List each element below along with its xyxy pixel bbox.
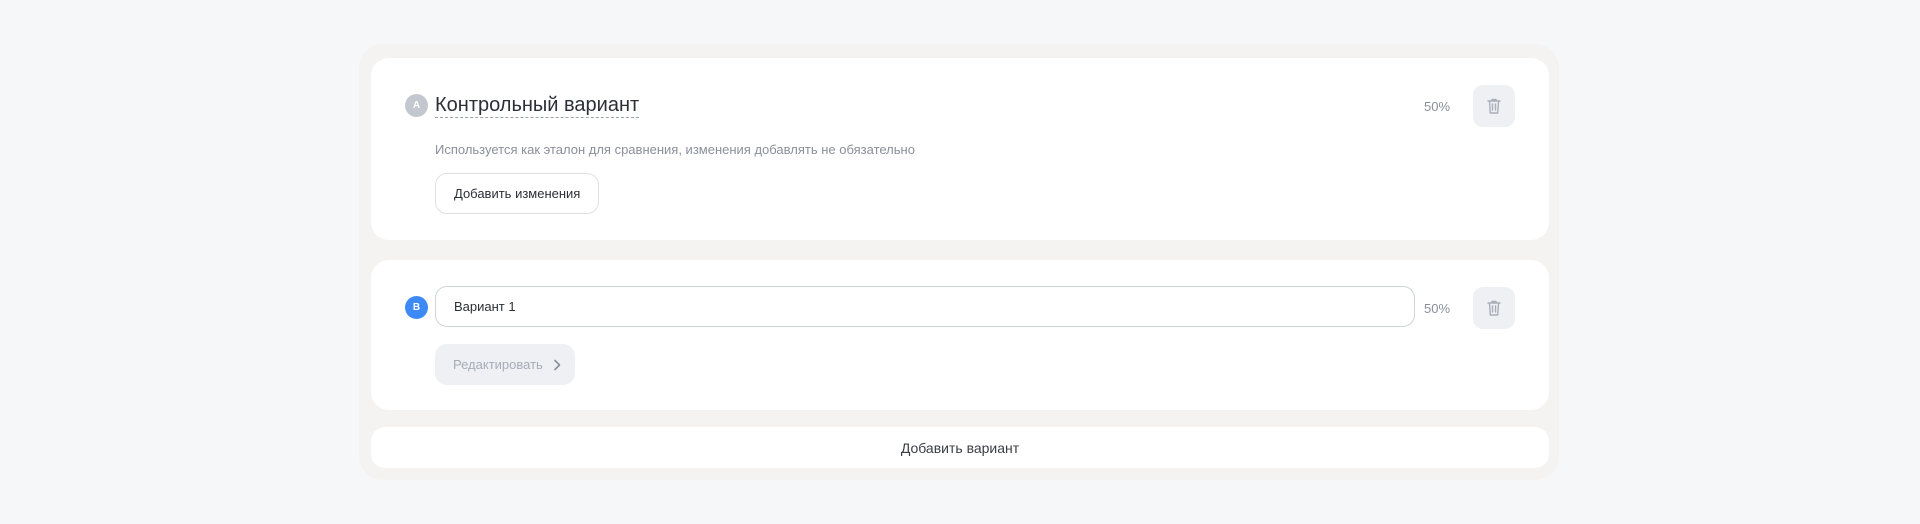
delete-variant-b-button[interactable] [1473,287,1515,329]
variant-card-a: A Контрольный вариант Используется как э… [371,58,1549,240]
add-changes-button[interactable]: Добавить изменения [435,173,600,214]
chevron-right-icon [553,359,561,371]
variants-panel: A Контрольный вариант Используется как э… [359,44,1559,480]
variant-percent-a: 50% [1424,99,1451,114]
edit-variant-label: Редактировать [453,357,543,372]
trash-icon [1487,300,1501,316]
variant-card-b: B 50% Редактировать [371,260,1549,410]
trash-icon [1487,98,1501,114]
variant-percent-b: 50% [1424,301,1451,316]
variant-badge-b: B [405,296,428,319]
delete-variant-a-button[interactable] [1473,85,1515,127]
variant-name-input[interactable] [435,286,1415,327]
variant-description-a: Используется как эталон для сравнения, и… [435,142,915,157]
add-variant-button[interactable]: Добавить вариант [371,427,1549,468]
edit-variant-button[interactable]: Редактировать [435,344,575,385]
variant-title-a[interactable]: Контрольный вариант [435,94,640,118]
variant-badge-a: A [405,94,428,117]
